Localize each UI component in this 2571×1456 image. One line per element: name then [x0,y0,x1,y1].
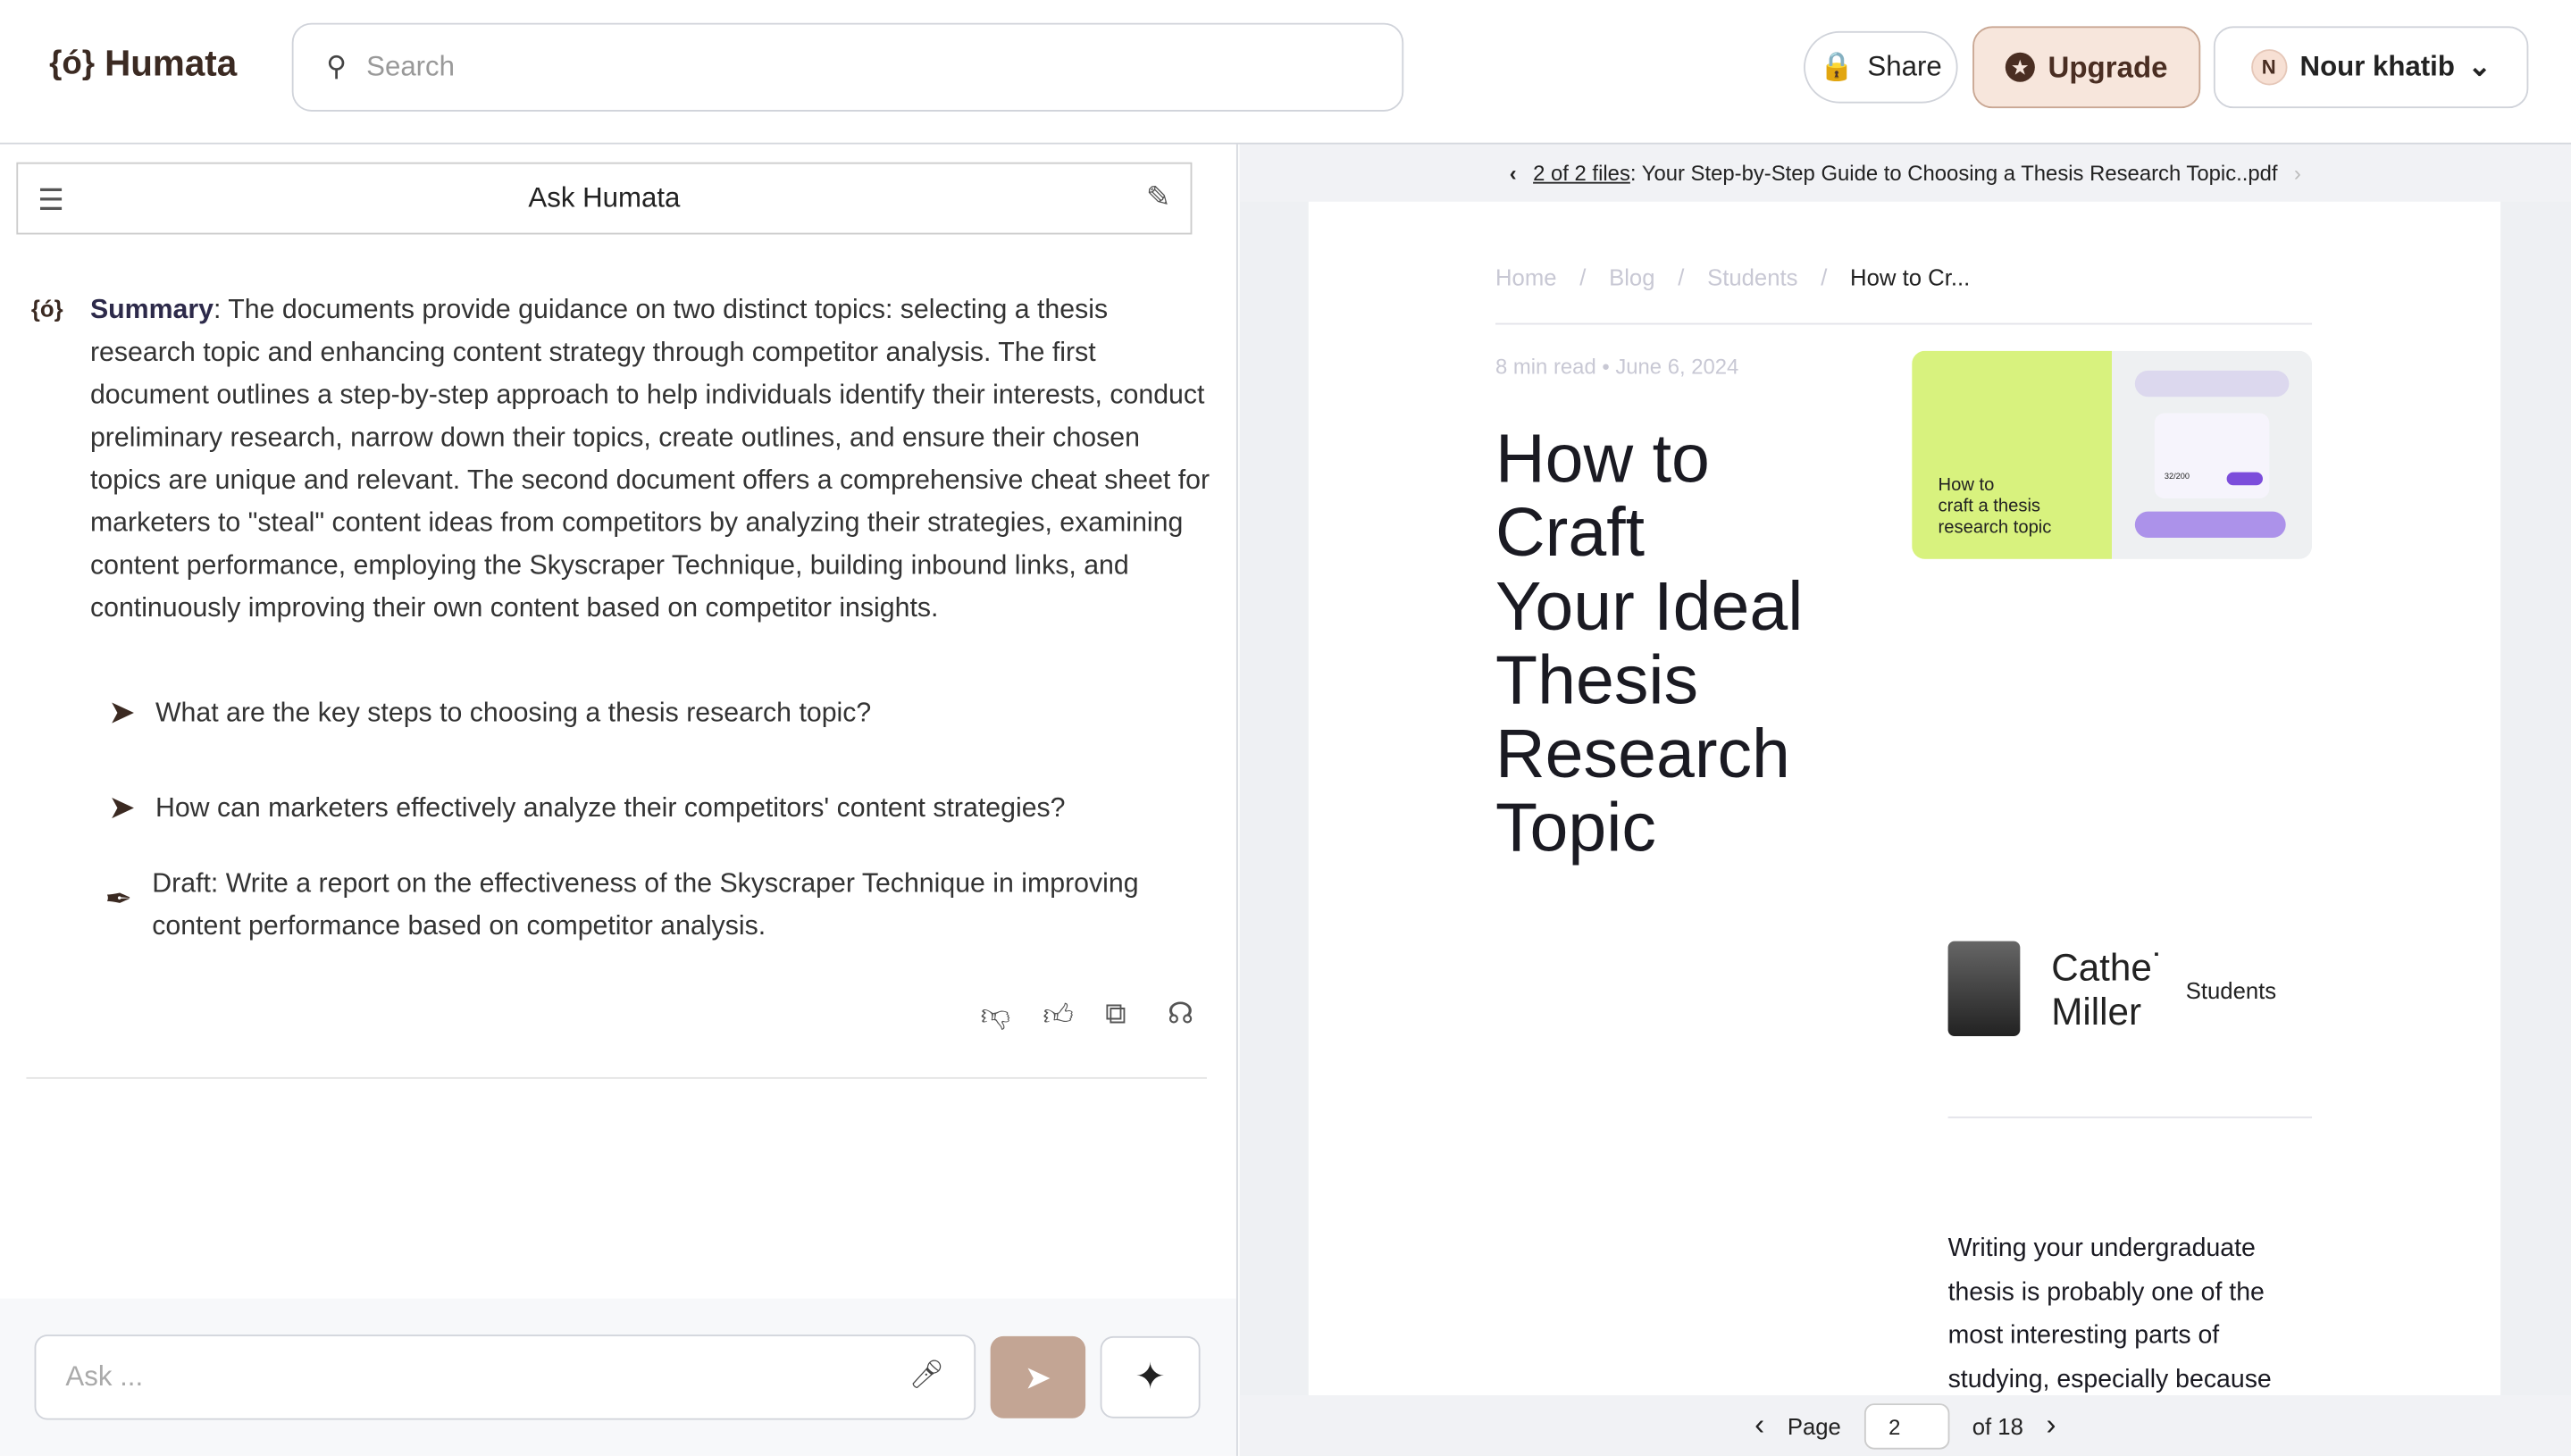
paper-plane-icon: ➤ [1024,1360,1052,1396]
microphone-icon[interactable]: 🎤︎ [909,1360,945,1393]
send-arrow-icon: ➤ [108,695,136,732]
headphones-icon[interactable]: ☊ [1168,997,1203,1033]
prev-page-icon[interactable]: ‹ [1754,1409,1764,1443]
search-icon: ⚲ [326,50,348,82]
lock-icon: 🔒 [1819,50,1855,82]
divider [26,1076,1207,1079]
author-category: Students [2185,976,2277,1004]
hero-image: How to craft a thesis research topic 32/20… [1912,350,2313,559]
author-name: Cathe˙ Miller [2051,946,2165,1033]
page-navigation: ‹ Page 2 of 18 › [1239,1395,2571,1456]
article-title: How to Craft Your Ideal Thesis Research Topic [1495,419,1804,866]
send-button[interactable]: ➤ [990,1335,1086,1418]
upgrade-button[interactable]: ★ Upgrade [1972,26,2201,109]
next-file-icon[interactable]: › [2294,161,2301,186]
page-number-input[interactable]: 2 [1863,1402,1950,1449]
user-menu[interactable]: N Nour khatib ⌄ [2213,26,2529,109]
thumbs-up-icon[interactable]: 👍︎ [1043,997,1078,1033]
humata-logo-icon: {ó} [49,45,96,81]
humata-bot-icon: {ó} [30,295,63,322]
send-arrow-icon: ➤ [108,790,136,827]
author-photo [1947,941,2021,1037]
sparkle-button[interactable]: ✦ [1100,1335,1201,1418]
files-link[interactable]: 2 of 2 files [1533,161,1630,186]
logo[interactable]: {ó} Humata [49,43,237,86]
copy-icon[interactable]: ⧉ [1105,997,1141,1033]
suggestion-2[interactable]: ➤ How can marketers effectively analyze t… [108,787,1065,830]
star-icon: ★ [2005,52,2035,82]
thumbs-down-icon[interactable]: 👎︎ [981,997,1017,1033]
sparkle-icon: ✦ [1135,1355,1166,1397]
pdf-page: Home / Blog / Students / How to Cr... 8 min re… [1308,201,2501,1396]
chevron-down-icon: ⌄ [2467,50,2491,82]
article-body: Writing your undergraduate thesis is prob… [1947,1234,2272,1393]
edit-icon[interactable]: ✎ [1146,180,1171,215]
summary-message: Summary: The documents provide guidance … [89,295,1210,623]
suggestion-1[interactable]: ➤ What are the key steps to choosing a th… [108,692,871,735]
search-input[interactable]: ⚲ Search [291,22,1404,112]
menu-icon[interactable]: ☰ [38,184,64,219]
ask-input[interactable]: Ask ... 🎤︎ [34,1335,976,1420]
prev-file-icon[interactable]: ‹ [1510,161,1517,186]
file-navigation: ‹ 2 of 2 files: Your Step-by-Step Guide t… [1239,144,2571,202]
meta: 8 min read • June 6, 2024 [1495,354,1739,380]
share-button[interactable]: 🔒 Share [1804,30,1958,104]
avatar: N [2250,49,2287,86]
breadcrumb: Home / Blog / Students / How to Cr... [1495,264,1971,290]
feather-icon: ✒ [105,882,133,918]
draft-suggestion[interactable]: ✒ Draft: Write a report on the effectiven… [105,862,1213,947]
chat-header: ☰ Ask Humata ✎ [16,162,1193,235]
next-page-icon[interactable]: › [2047,1409,2056,1443]
